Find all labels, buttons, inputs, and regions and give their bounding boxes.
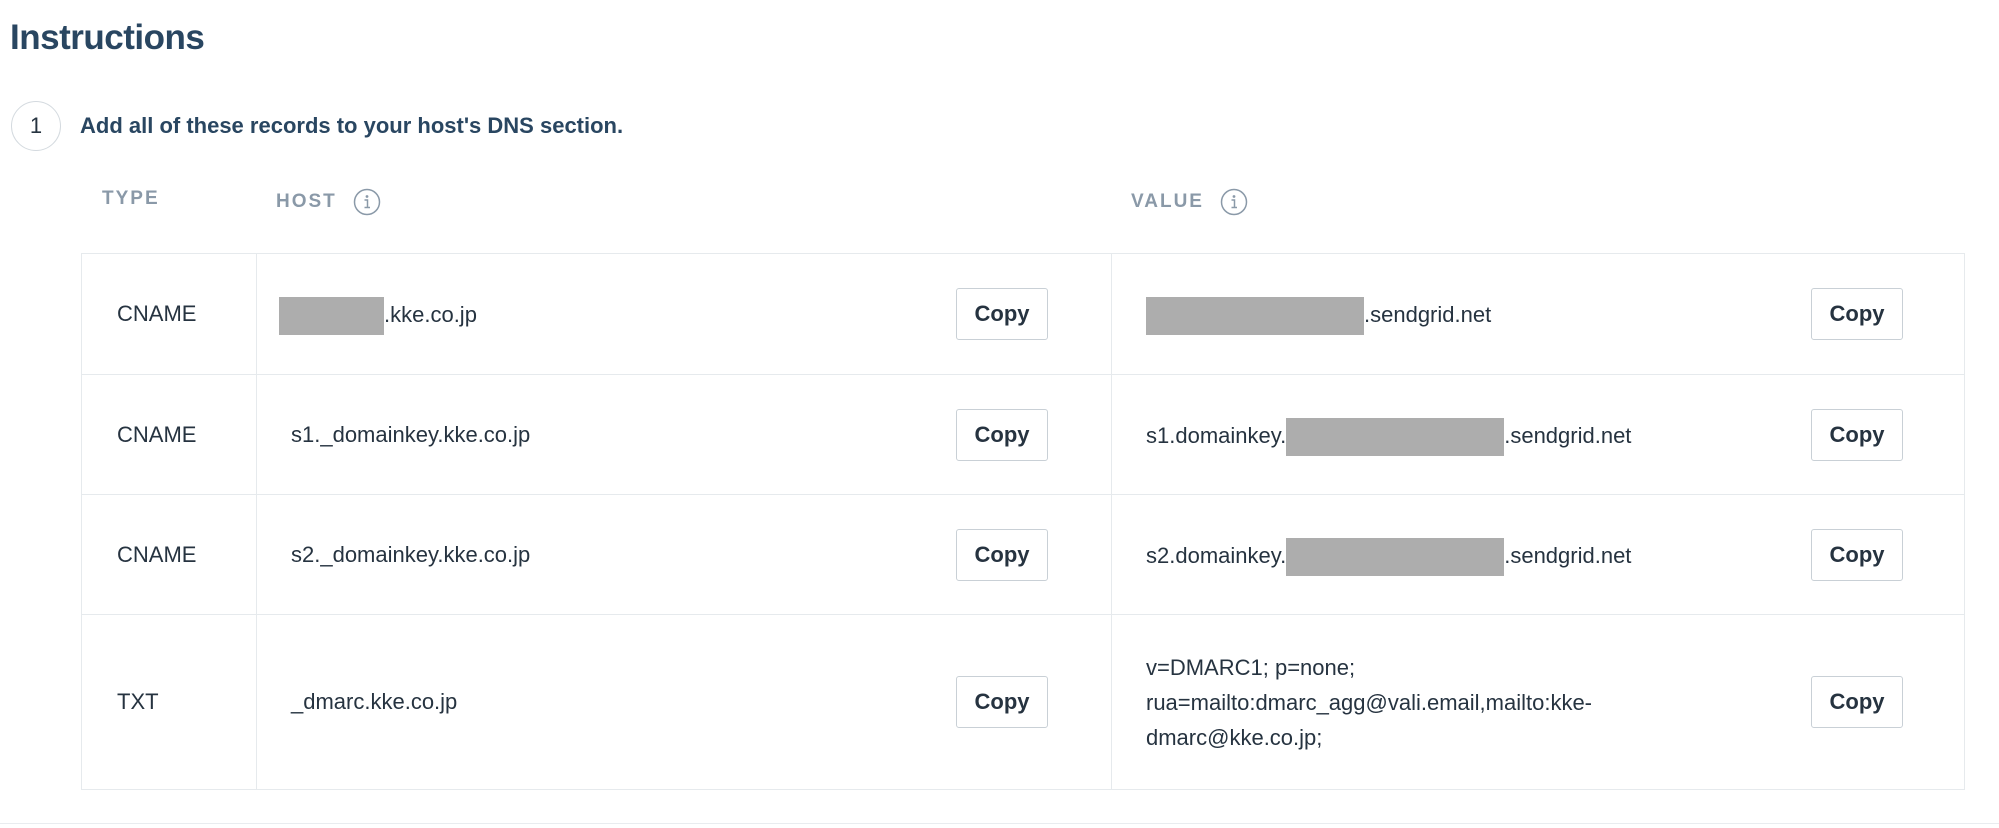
value-prefix: s1.domainkey. [1146,422,1287,448]
column-header-type-label: TYPE [102,188,160,209]
table-row: TXT _dmarc.kke.co.jp Copy v=DMARC1; p=no… [82,615,1964,789]
redacted-block [279,297,384,335]
table-row: CNAME s1._domainkey.kke.co.jp Copy s1.do… [82,375,1964,495]
section-divider [0,823,1999,824]
copy-host-button[interactable]: Copy [956,409,1048,461]
copy-host-button[interactable]: Copy [956,288,1048,340]
copy-value-button[interactable]: Copy [1811,288,1903,340]
value-info-icon[interactable] [1220,188,1248,216]
column-header-type: TYPE [102,188,160,210]
record-value: s1.domainkey. .sendgrid.net [1146,418,1631,456]
record-type: CNAME [117,301,197,326]
step-number-badge: 1 [11,101,61,151]
value-suffix: .sendgrid.net [1504,542,1632,568]
record-value: .sendgrid.net [1146,297,1491,335]
record-type: TXT [117,689,159,714]
step-number: 1 [29,113,43,138]
column-header-host-label: HOST [276,191,337,212]
value-suffix: .sendgrid.net [1364,301,1492,327]
column-header-host: HOST [276,188,381,216]
copy-value-button[interactable]: Copy [1811,676,1903,728]
redacted-block [1146,297,1364,335]
host-suffix: .kke.co.jp [384,301,477,327]
record-host: _dmarc.kke.co.jp [291,689,458,714]
record-value: s2.domainkey. .sendgrid.net [1146,538,1631,576]
copy-host-button[interactable]: Copy [956,676,1048,728]
column-header-value: VALUE [1131,188,1248,216]
value-line: dmarc@kke.co.jp; [1146,725,1323,750]
record-host: s1._domainkey.kke.co.jp [291,422,531,447]
record-type: CNAME [117,422,197,447]
record-value: v=DMARC1; p=none; rua=mailto:dmarc_agg@v… [1146,650,1666,755]
step-instruction: Add all of these records to your host's … [80,113,624,138]
copy-value-button[interactable]: Copy [1811,529,1903,581]
record-host: s2._domainkey.kke.co.jp [291,542,531,567]
record-host: .kke.co.jp [279,297,477,335]
record-type: CNAME [117,542,197,567]
redacted-block [1286,538,1505,576]
value-line: v=DMARC1; p=none; [1146,655,1356,680]
value-line: rua=mailto:dmarc_agg@vali.email,mailto:k… [1146,690,1593,715]
page-title: Instructions [10,18,205,57]
dns-records-table: CNAME .kke.co.jp Copy .sendgrid.net Copy… [81,253,1965,790]
host-info-icon[interactable] [353,188,381,216]
redacted-block [1286,418,1505,456]
column-header-value-label: VALUE [1131,191,1204,212]
value-suffix: .sendgrid.net [1504,422,1632,448]
table-row: CNAME s2._domainkey.kke.co.jp Copy s2.do… [82,495,1964,615]
table-row: CNAME .kke.co.jp Copy .sendgrid.net Copy [82,254,1964,375]
copy-host-button[interactable]: Copy [956,529,1048,581]
copy-value-button[interactable]: Copy [1811,409,1903,461]
value-prefix: s2.domainkey. [1146,542,1287,568]
